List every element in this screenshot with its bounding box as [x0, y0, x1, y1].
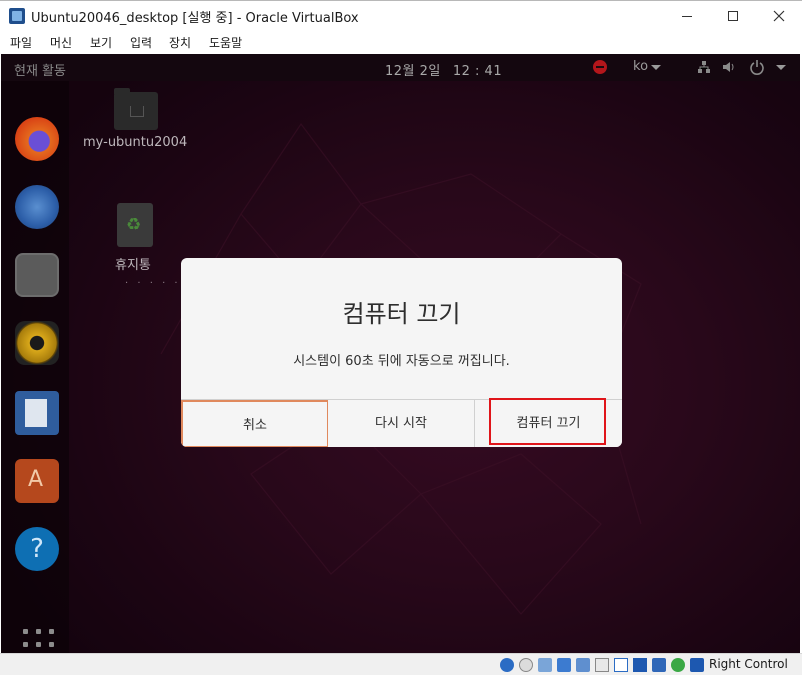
menu-view[interactable]: 보기	[90, 34, 112, 51]
power-off-dialog: 컴퓨터 끄기 시스템이 60초 뒤에 자동으로 꺼집니다. 취소 다시 시작 컴…	[181, 258, 622, 447]
close-icon	[773, 10, 785, 22]
rhythmbox-icon[interactable]	[15, 321, 59, 365]
mouse-integration-icon[interactable]	[690, 658, 704, 672]
selection-dots: . . . . .	[125, 275, 181, 286]
dialog-title: 컴퓨터 끄기	[342, 300, 461, 328]
home-folder-icon[interactable]	[114, 88, 158, 130]
dialog-button-row: 취소 다시 시작 컴퓨터 끄기	[181, 399, 622, 447]
display-icon[interactable]	[614, 658, 628, 672]
virtualization-icon[interactable]	[671, 658, 685, 672]
network-icon[interactable]	[557, 658, 571, 672]
show-apps-icon[interactable]	[23, 629, 55, 653]
cpu-icon[interactable]	[652, 658, 666, 672]
shared-folders-icon[interactable]	[595, 658, 609, 672]
window-title: Ubuntu20046_desktop [실행 중] - Oracle Virt…	[31, 11, 359, 26]
minimize-button[interactable]	[664, 1, 710, 31]
gnome-top-bar: 현재 활동 12월 2일 12 : 41 ko	[1, 54, 800, 81]
trash-icon[interactable]	[117, 203, 153, 247]
maximize-button[interactable]	[710, 1, 756, 31]
activities-button[interactable]: 현재 활동	[14, 60, 66, 79]
menu-file[interactable]: 파일	[10, 34, 32, 51]
desktop-label-trash[interactable]: 휴지통	[115, 254, 151, 273]
do-not-disturb-icon	[593, 60, 607, 74]
hard-disk-icon[interactable]	[500, 658, 514, 672]
host-key-label: Right Control	[709, 657, 788, 671]
menu-input[interactable]: 입력	[130, 34, 152, 51]
menu-help[interactable]: 도움말	[209, 34, 242, 51]
writer-icon[interactable]	[15, 391, 59, 435]
window-titlebar: Ubuntu20046_desktop [실행 중] - Oracle Virt…	[0, 0, 802, 30]
cancel-button[interactable]: 취소	[181, 400, 328, 447]
audio-icon[interactable]	[538, 658, 552, 672]
recording-icon[interactable]	[633, 658, 647, 672]
statusbar: Right Control	[0, 653, 802, 675]
menu-devices[interactable]: 장치	[169, 34, 191, 51]
power-icon[interactable]	[749, 59, 765, 75]
maximize-icon	[728, 11, 738, 21]
menu-machine[interactable]: 머신	[50, 34, 72, 51]
dock: ?	[1, 81, 69, 653]
vm-screen[interactable]: 현재 활동 12월 2일 12 : 41 ko ? my-ubuntu2004 휴…	[1, 54, 800, 653]
optical-drive-icon[interactable]	[519, 658, 533, 672]
software-icon[interactable]	[15, 459, 59, 503]
help-icon[interactable]: ?	[15, 527, 59, 571]
files-icon[interactable]	[15, 253, 59, 297]
thunderbird-icon[interactable]	[15, 185, 59, 229]
usb-icon[interactable]	[576, 658, 590, 672]
virtualbox-app-icon	[9, 8, 25, 24]
close-button[interactable]	[756, 1, 802, 31]
dialog-message: 시스템이 60초 뒤에 자동으로 꺼집니다.	[293, 354, 510, 369]
chevron-down-icon	[651, 65, 661, 70]
menubar: 파일 머신 보기 입력 장치 도움말	[0, 30, 802, 52]
power-off-button[interactable]: 컴퓨터 끄기	[475, 400, 622, 447]
clock-time: 12 : 41	[452, 64, 503, 79]
input-language-indicator[interactable]: ko	[633, 59, 648, 74]
clock-date: 12월 2일	[385, 64, 441, 79]
network-icon[interactable]	[697, 60, 711, 74]
chevron-down-icon	[776, 65, 786, 70]
volume-icon[interactable]	[722, 60, 736, 74]
restart-button[interactable]: 다시 시작	[328, 400, 475, 447]
desktop-label-home[interactable]: my-ubuntu2004	[83, 135, 187, 150]
firefox-icon[interactable]	[15, 117, 59, 161]
minimize-icon	[682, 15, 692, 17]
clock[interactable]: 12월 2일 12 : 41	[385, 60, 502, 79]
